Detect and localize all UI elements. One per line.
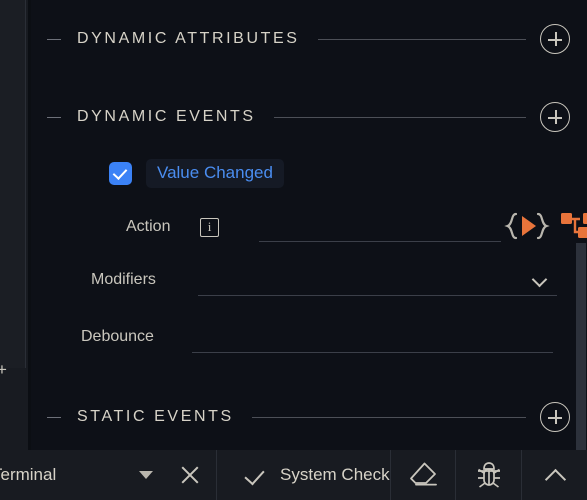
minus-icon[interactable] — [47, 416, 61, 418]
chevron-up-icon[interactable] — [542, 467, 568, 483]
toolbar-collapse-button[interactable] — [522, 450, 587, 500]
chevron-down-icon[interactable] — [533, 273, 546, 286]
toolbar-panel-tab[interactable]: Terminal — [0, 450, 128, 500]
toolbar-status-label: System Check — [280, 465, 390, 484]
action-icon-group — [503, 211, 587, 241]
event-enabled-checkbox[interactable] — [109, 162, 132, 185]
eraser-icon[interactable] — [408, 461, 438, 489]
section-title: DYNAMIC EVENTS — [77, 108, 256, 125]
app-window: + DYNAMIC ATTRIBUTES DYNAMIC EVENTS Valu… — [0, 0, 587, 500]
bug-icon[interactable] — [474, 460, 504, 490]
field-row-debounce: Debounce — [31, 322, 587, 356]
info-icon[interactable]: i — [200, 218, 219, 237]
field-label-action: Action — [126, 218, 171, 235]
field-label-modifiers: Modifiers — [91, 271, 156, 288]
event-name-label[interactable]: Value Changed — [146, 159, 284, 188]
field-label-debounce: Debounce — [81, 328, 154, 345]
field-input-action[interactable] — [259, 241, 501, 242]
toolbar-panel-tab-label: Terminal — [0, 465, 57, 484]
section-rule — [317, 38, 526, 40]
toolbar-clear-button[interactable] — [391, 450, 456, 500]
close-icon[interactable] — [179, 464, 201, 486]
section-header-static-events[interactable]: STATIC EVENTS — [31, 398, 587, 436]
left-panel-add-icon[interactable]: + — [0, 361, 10, 378]
check-icon — [244, 464, 266, 486]
event-entry-value-changed: Value Changed — [109, 159, 284, 188]
add-dynamic-event-button[interactable] — [540, 102, 570, 132]
bottom-toolbar: Terminal System Check — [0, 450, 587, 500]
panel-scrollbar-thumb[interactable] — [576, 243, 586, 450]
section-rule — [251, 416, 526, 418]
triangle-down-icon[interactable] — [139, 471, 154, 479]
field-input-debounce[interactable] — [192, 352, 553, 353]
field-row-modifiers: Modifiers — [31, 265, 587, 299]
toolbar-panel-dropdown[interactable] — [128, 450, 165, 500]
script-braces-play-icon[interactable] — [503, 211, 551, 241]
minus-icon[interactable] — [47, 116, 61, 118]
toolbar-status-item[interactable]: System Check — [217, 450, 390, 500]
section-title: DYNAMIC ATTRIBUTES — [77, 30, 300, 47]
add-static-event-button[interactable] — [540, 402, 570, 432]
toolbar-close-panel-button[interactable] — [165, 450, 216, 500]
section-header-dynamic-attributes[interactable]: DYNAMIC ATTRIBUTES — [31, 20, 587, 58]
minus-icon[interactable] — [47, 38, 61, 40]
left-panel-sliver: + — [0, 0, 28, 450]
section-title: STATIC EVENTS — [77, 408, 234, 425]
toolbar-debug-button[interactable] — [456, 450, 521, 500]
field-input-modifiers[interactable] — [198, 295, 557, 296]
left-panel-body — [0, 0, 26, 368]
section-rule — [273, 116, 526, 118]
section-header-dynamic-events[interactable]: DYNAMIC EVENTS — [31, 98, 587, 136]
panel-scrollbar-track[interactable] — [576, 0, 587, 450]
add-dynamic-attribute-button[interactable] — [540, 24, 570, 54]
inspector-panel: DYNAMIC ATTRIBUTES DYNAMIC EVENTS Value … — [31, 0, 587, 450]
